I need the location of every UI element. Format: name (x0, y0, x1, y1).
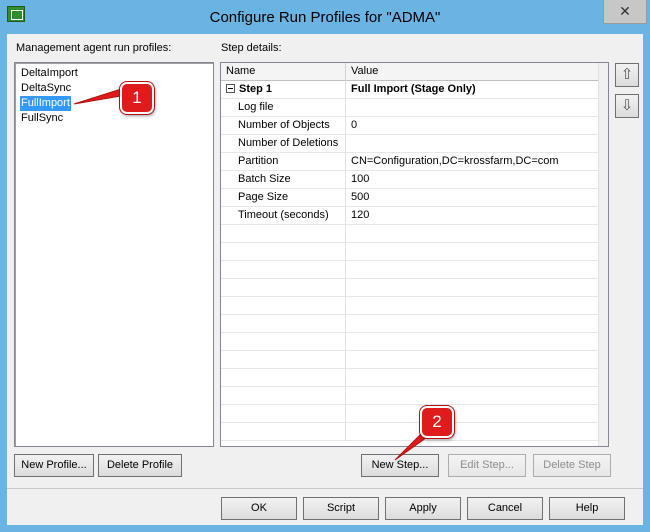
new-step-button[interactable]: New Step... (361, 454, 439, 477)
configure-run-profiles-window: Configure Run Profiles for "ADMA" ✕ Mana… (0, 0, 650, 532)
close-icon: ✕ (619, 3, 631, 19)
property-name: Partition (238, 155, 279, 167)
property-name: Number of Deletions (238, 137, 339, 149)
empty-row (221, 243, 608, 261)
profile-item-deltasync[interactable]: DeltaSync (20, 81, 72, 96)
column-header-name[interactable]: Name (221, 63, 346, 81)
property-value: 100 (351, 173, 370, 185)
ok-button[interactable]: OK (221, 497, 297, 520)
table-row[interactable]: Page Size 500 (221, 189, 608, 207)
arrow-down-icon: ⇩ (620, 97, 634, 114)
window-title: Configure Run Profiles for "ADMA" (209, 9, 441, 26)
empty-row (221, 297, 608, 315)
title-bar[interactable]: Configure Run Profiles for "ADMA" ✕ (0, 0, 650, 34)
table-row[interactable]: Partition CN=Configuration,DC=krossfarm,… (221, 153, 608, 171)
property-name: Number of Objects (238, 119, 330, 131)
table-row[interactable]: Number of Objects 0 (221, 117, 608, 135)
property-name: Log file (238, 101, 274, 113)
empty-row (221, 405, 608, 423)
step-details-grid[interactable]: Name Value Step 1 Full Import (Stage Onl… (220, 62, 609, 447)
dialog-client-area: Management agent run profiles: Step deta… (7, 34, 643, 525)
step-type: Full Import (Stage Only) (351, 83, 476, 95)
move-step-down-button[interactable]: ⇩ (615, 94, 639, 118)
profiles-label: Management agent run profiles: (16, 42, 172, 54)
empty-row (221, 351, 608, 369)
table-row[interactable]: Log file (221, 99, 608, 117)
arrow-up-icon: ⇧ (620, 66, 634, 83)
script-button[interactable]: Script (303, 497, 379, 520)
step-row[interactable]: Step 1 Full Import (Stage Only) (221, 81, 608, 99)
empty-row (221, 261, 608, 279)
property-value: CN=Configuration,DC=krossfarm,DC=com (351, 155, 559, 167)
empty-row (221, 387, 608, 405)
empty-row (221, 369, 608, 387)
column-header-value[interactable]: Value (346, 63, 608, 81)
callout-badge-2: 2 (420, 406, 454, 438)
edit-step-button[interactable]: Edit Step... (448, 454, 526, 477)
callout-badge-1: 1 (120, 82, 154, 114)
run-profiles-list[interactable]: DeltaImport DeltaSync FullImport FullSyn… (14, 62, 214, 447)
profile-item-deltaimport[interactable]: DeltaImport (20, 66, 79, 81)
empty-row (221, 225, 608, 243)
empty-row (221, 279, 608, 297)
new-profile-button[interactable]: New Profile... (14, 454, 94, 477)
property-name: Timeout (seconds) (238, 209, 329, 221)
profile-item-fullimport[interactable]: FullImport (20, 96, 71, 111)
move-step-up-button[interactable]: ⇧ (615, 63, 639, 87)
cancel-button[interactable]: Cancel (467, 497, 543, 520)
delete-profile-button[interactable]: Delete Profile (98, 454, 182, 477)
collapse-icon[interactable] (226, 84, 235, 93)
apply-button[interactable]: Apply (385, 497, 461, 520)
step-details-label: Step details: (221, 42, 282, 54)
delete-step-button[interactable]: Delete Step (533, 454, 611, 477)
property-value: 500 (351, 191, 370, 203)
table-row[interactable]: Batch Size 100 (221, 171, 608, 189)
property-value: 120 (351, 209, 370, 221)
property-name: Batch Size (238, 173, 291, 185)
empty-row (221, 423, 608, 441)
property-value: 0 (351, 119, 358, 131)
close-button[interactable]: ✕ (603, 0, 647, 24)
table-row[interactable]: Timeout (seconds) 120 (221, 207, 608, 225)
profile-item-fullsync[interactable]: FullSync (20, 111, 64, 126)
footer-divider (7, 488, 643, 489)
help-button[interactable]: Help (549, 497, 625, 520)
empty-row (221, 333, 608, 351)
grid-scrollbar[interactable] (598, 63, 608, 446)
step-name-cell: Step 1 (226, 81, 272, 98)
property-name: Page Size (238, 191, 289, 203)
empty-row (221, 315, 608, 333)
table-row[interactable]: Number of Deletions (221, 135, 608, 153)
grid-header: Name Value (221, 63, 608, 81)
step-name: Step 1 (239, 83, 273, 95)
